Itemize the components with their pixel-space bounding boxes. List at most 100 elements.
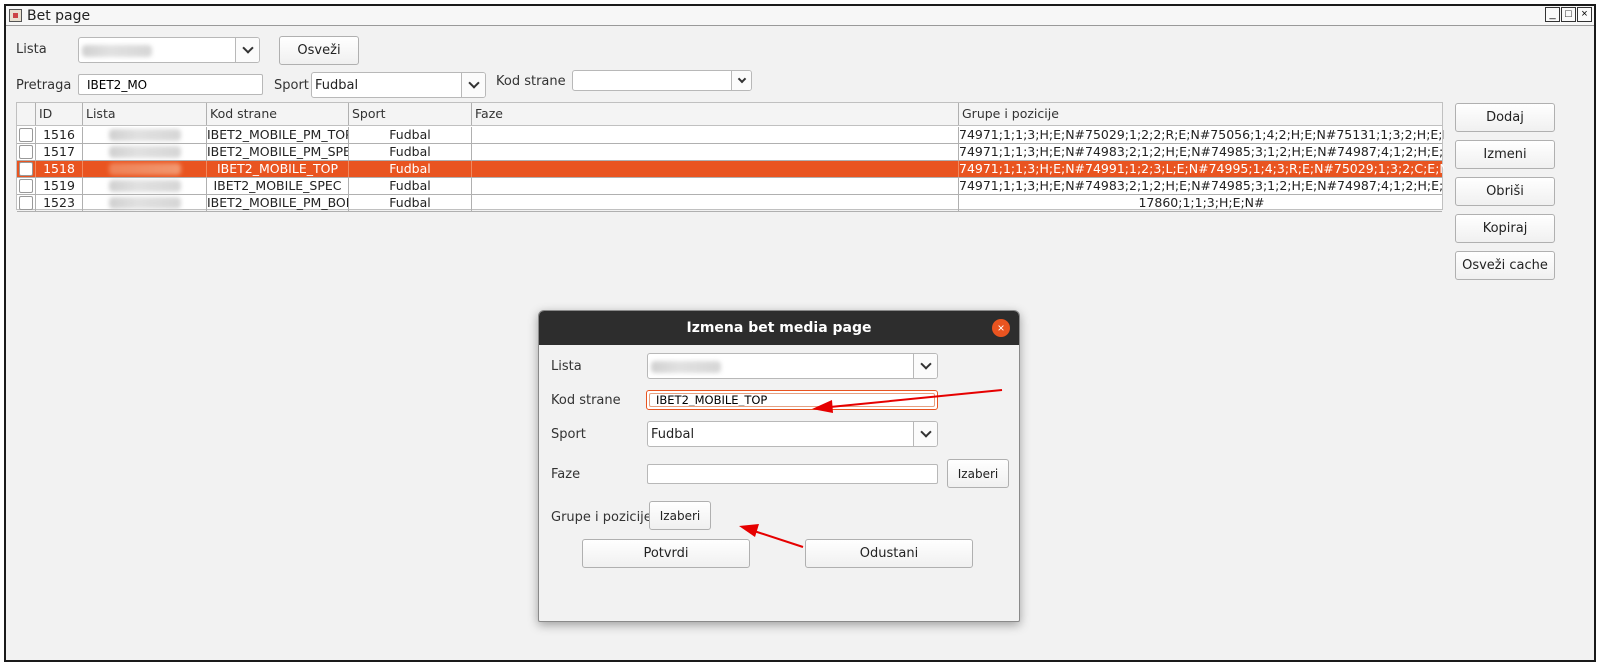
cell-kod-strane: IBET2_MOBILE_TOP bbox=[207, 161, 349, 177]
cell-lista bbox=[83, 127, 207, 143]
lista-combo[interactable] bbox=[78, 37, 260, 63]
cell-faze bbox=[472, 195, 959, 211]
chevron-down-icon bbox=[241, 42, 254, 54]
dialog-kod-strane-label: Kod strane bbox=[551, 393, 621, 408]
sport-label: Sport bbox=[274, 78, 309, 93]
table-header: ID Lista Kod strane Sport Faze Grupe i p… bbox=[17, 103, 1442, 126]
cell-faze bbox=[472, 161, 959, 177]
window-title: Bet page bbox=[27, 8, 91, 24]
cell-sport: Fudbal bbox=[349, 127, 472, 143]
row-checkbox[interactable] bbox=[17, 195, 36, 211]
maximize-button[interactable]: □ bbox=[1561, 7, 1576, 22]
add-button[interactable]: Dodaj bbox=[1455, 103, 1555, 132]
dialog-sport-value: Fudbal bbox=[651, 427, 695, 442]
copy-button[interactable]: Kopiraj bbox=[1455, 214, 1555, 243]
cell-id: 1516 bbox=[36, 127, 83, 143]
dialog-kod-strane-focus-ring bbox=[646, 390, 938, 410]
header-faze[interactable]: Faze bbox=[472, 103, 959, 125]
dialog-grupe-label: Grupe i pozicije bbox=[551, 510, 652, 525]
dialog-faze-label: Faze bbox=[551, 467, 581, 482]
cell-faze bbox=[472, 127, 959, 143]
cell-grupe: 74971;1;1;3;H;E;N#74991;1;2;3;L;E;N#7499… bbox=[959, 161, 1444, 176]
dialog-confirm-button[interactable]: Potvrdi bbox=[582, 539, 750, 568]
dialog-sport-combo[interactable]: Fudbal bbox=[647, 421, 938, 447]
dialog-sport-label: Sport bbox=[551, 427, 586, 442]
sport-combo[interactable]: Fudbal bbox=[311, 72, 486, 98]
table-row[interactable]: 1519 IBET2_MOBILE_SPEC Fudbal 74971;1;1;3;H… bbox=[17, 178, 1444, 195]
dialog-lista-value-blurred bbox=[651, 361, 721, 377]
row-checkbox-icon[interactable] bbox=[19, 179, 33, 193]
lista-value-blurred bbox=[108, 163, 181, 175]
row-checkbox-icon[interactable] bbox=[19, 196, 33, 210]
dialog-cancel-button[interactable]: Odustani bbox=[805, 539, 973, 568]
chevron-down-icon bbox=[919, 358, 932, 370]
row-checkbox-icon[interactable] bbox=[19, 145, 33, 159]
header-sport[interactable]: Sport bbox=[349, 103, 472, 125]
dialog-grupe-choose-button[interactable]: Izaberi bbox=[649, 501, 711, 530]
chevron-down-icon bbox=[919, 426, 932, 438]
cell-sport: Fudbal bbox=[349, 195, 472, 211]
cell-kod-strane: IBET2_MOBILE_SPEC bbox=[207, 178, 349, 194]
refresh-button[interactable]: Osveži bbox=[279, 36, 359, 65]
cell-lista bbox=[83, 178, 207, 194]
cell-lista bbox=[83, 144, 207, 160]
cell-grupe: 74971;1;1;3;H;E;N#74983;2;1;2;H;E;N#7498… bbox=[959, 144, 1444, 159]
pretraga-input[interactable] bbox=[78, 74, 263, 95]
cell-lista bbox=[83, 195, 207, 211]
dialog-close-icon[interactable]: × bbox=[992, 319, 1010, 337]
dialog-lista-combo[interactable] bbox=[647, 353, 938, 379]
header-id[interactable]: ID bbox=[36, 103, 83, 125]
window-controls: _ □ × bbox=[1545, 7, 1592, 22]
sport-dropdown-button[interactable] bbox=[461, 73, 485, 97]
cell-id: 1519 bbox=[36, 178, 83, 194]
row-checkbox[interactable] bbox=[17, 144, 36, 160]
dialog-sport-dropdown-button[interactable] bbox=[913, 422, 937, 446]
edit-dialog: Izmena bet media page × Lista Kod strane… bbox=[538, 310, 1020, 622]
bet-pages-table: ID Lista Kod strane Sport Faze Grupe i p… bbox=[16, 102, 1444, 212]
refresh-cache-button[interactable]: Osveži cache bbox=[1455, 251, 1555, 280]
chevron-down-icon bbox=[737, 74, 746, 83]
row-checkbox[interactable] bbox=[17, 127, 36, 143]
cell-faze bbox=[472, 178, 959, 194]
sport-value: Fudbal bbox=[315, 78, 359, 93]
lista-value-blurred bbox=[108, 197, 181, 209]
title-bar[interactable]: Bet page _ □ × bbox=[6, 6, 1594, 26]
delete-button[interactable]: Obriši bbox=[1455, 177, 1555, 206]
dialog-lista-label: Lista bbox=[551, 359, 582, 374]
lista-value-blurred bbox=[108, 146, 181, 158]
header-grupe[interactable]: Grupe i pozicije bbox=[959, 103, 1444, 125]
table-row[interactable]: 1523 IBET2_MOBILE_PM_BON Fudbal 17860;1;1;3… bbox=[17, 195, 1442, 212]
cell-kod-strane: IBET2_MOBILE_PM_SPEC bbox=[207, 144, 349, 160]
row-checkbox[interactable] bbox=[17, 178, 36, 194]
header-lista[interactable]: Lista bbox=[83, 103, 207, 125]
minimize-button[interactable]: _ bbox=[1545, 7, 1560, 22]
cell-grupe: 74971;1;1;3;H;E;N#75029;1;2;2;R;E;N#7505… bbox=[959, 127, 1444, 142]
cell-faze bbox=[472, 144, 959, 160]
header-kod-strane[interactable]: Kod strane bbox=[207, 103, 349, 125]
dialog-faze-choose-button[interactable]: Izaberi bbox=[947, 459, 1009, 488]
dialog-lista-dropdown-button[interactable] bbox=[913, 354, 937, 378]
cell-id: 1517 bbox=[36, 144, 83, 160]
dialog-title[interactable]: Izmena bet media page bbox=[539, 311, 1019, 345]
table-row[interactable]: 1517 IBET2_MOBILE_PM_SPEC Fudbal 74971;1;1;… bbox=[17, 144, 1444, 161]
cell-kod-strane: IBET2_MOBILE_PM_TOP bbox=[207, 127, 349, 143]
kod-strane-dropdown-button[interactable] bbox=[731, 71, 751, 90]
header-checkbox-column[interactable] bbox=[17, 103, 36, 125]
lista-value-blurred bbox=[82, 45, 152, 61]
kod-strane-combo[interactable] bbox=[572, 70, 752, 91]
dialog-faze-input[interactable] bbox=[647, 464, 938, 484]
chevron-down-icon bbox=[467, 77, 480, 89]
dialog-kod-strane-input[interactable] bbox=[649, 393, 935, 407]
row-checkbox-icon[interactable] bbox=[19, 128, 33, 142]
row-checkbox[interactable] bbox=[17, 161, 36, 177]
lista-dropdown-button[interactable] bbox=[235, 38, 259, 62]
table-row[interactable]: 1516 IBET2_MOBILE_PM_TOP Fudbal 74971;1;1;3… bbox=[17, 127, 1444, 144]
cell-grupe: 74971;1;1;3;H;E;N#74983;2;1;2;H;E;N#7498… bbox=[959, 178, 1444, 193]
row-checkbox-icon[interactable] bbox=[19, 162, 33, 176]
table-row[interactable]: 1518 IBET2_MOBILE_TOP Fudbal 74971;1;1;3;H;… bbox=[17, 161, 1444, 178]
cell-id: 1523 bbox=[36, 195, 83, 211]
close-window-button[interactable]: × bbox=[1577, 7, 1592, 22]
cell-sport: Fudbal bbox=[349, 178, 472, 194]
edit-button[interactable]: Izmeni bbox=[1455, 140, 1555, 169]
lista-value-blurred bbox=[108, 129, 181, 141]
